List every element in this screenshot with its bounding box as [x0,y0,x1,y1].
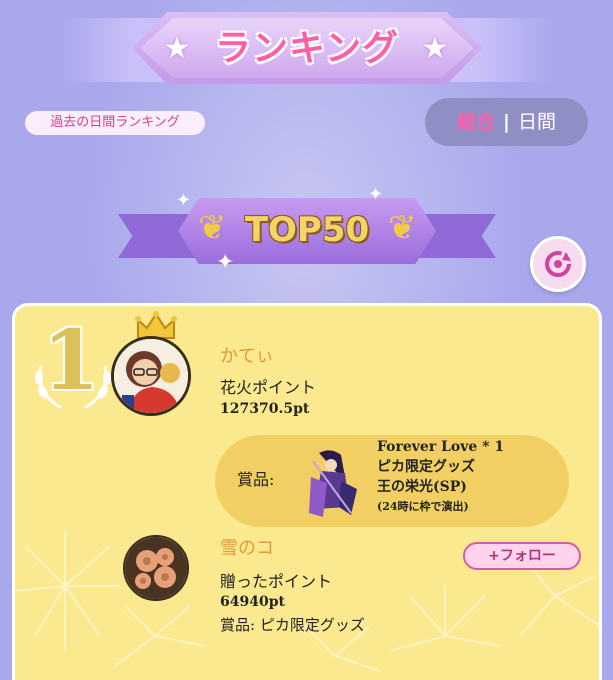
prize-box: 賞品: Forever Love * 1 ピカ限定グッズ 王の栄光(SP) (2… [215,435,569,527]
prize-line: 王の栄光(SP) [377,479,467,495]
toggle-daily[interactable]: 日間 [518,98,556,146]
prize-line: Forever Love * 1 [377,439,505,455]
star-icon: ★ [163,31,191,66]
winner-point-label: 花火ポイント [220,378,317,397]
avatar[interactable] [123,535,189,601]
refresh-button[interactable] [530,236,586,292]
prize-note: (24時に枠で演出) [377,500,469,513]
prize-label: 賞品: [237,470,275,489]
prize-details: Forever Love * 1 ピカ限定グッズ 王の栄光(SP) (24時に枠… [377,437,567,517]
prize-line: ピカ限定グッズ [377,459,475,475]
top50-label: TOP50 [244,210,370,250]
sparkle-icon: ✦ [216,250,235,275]
sparkle-icon: ✦ [368,184,384,205]
page-title: ランキング [215,28,399,69]
top50-banner: ❦ ❦ TOP50 ✦ ✦ ✦ [118,184,496,278]
title-banner: ★ ★ ランキング [60,10,553,90]
sparkle-icon: ✦ [176,190,192,211]
ranking-period-toggle: 総合 | 日間 [425,98,588,146]
laurel-icon [35,365,111,410]
winner-points: 127370.5pt [220,401,310,417]
past-daily-ranking-link[interactable]: 過去の日間ランキング [25,111,205,135]
toggle-overall[interactable]: 総合 [457,98,495,146]
supporter-points: 64940pt [220,594,285,610]
ranking-card: 1 かてぃ 花火ポイント 127370.5pt 賞品: Forever Love… [12,303,602,680]
winner-name[interactable]: かてぃ [220,342,274,368]
laurel-icon: ❦ [198,208,227,248]
avatar[interactable] [111,336,191,416]
prize-character-image [301,447,361,519]
refresh-icon [545,251,571,277]
supporter-point-label: 贈ったポイント [220,572,333,591]
laurel-icon: ❦ [388,208,417,248]
supporter-prize: 賞品: ピカ限定グッズ [220,616,365,634]
supporter-name[interactable]: 雪のコ [220,534,274,560]
toggle-separator: | [503,111,510,133]
follow-button[interactable]: +フォロー [463,542,581,570]
